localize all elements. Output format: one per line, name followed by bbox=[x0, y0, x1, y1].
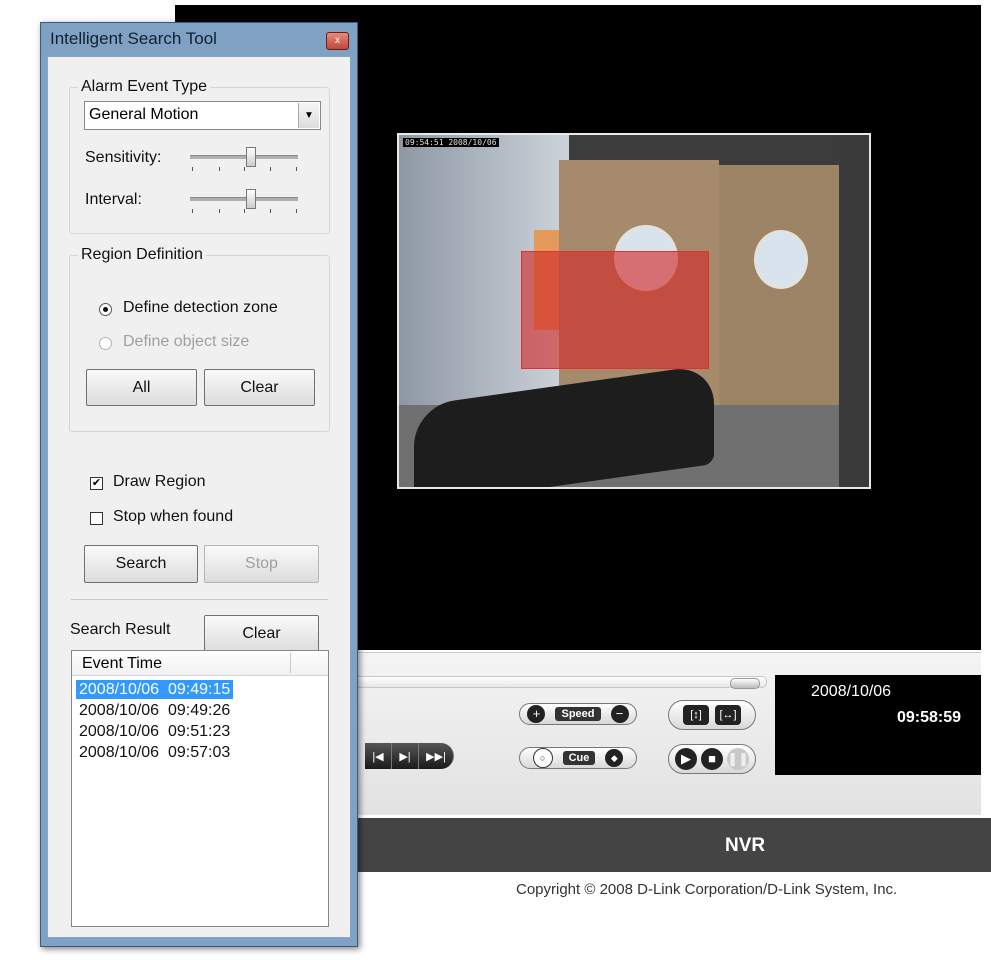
interval-slider[interactable] bbox=[186, 189, 302, 215]
slider-tick bbox=[270, 209, 271, 213]
playback-time: 09:58:59 bbox=[897, 709, 962, 726]
speed-increase-icon[interactable]: + bbox=[527, 705, 546, 723]
camera-scene-door-right bbox=[719, 165, 844, 415]
camera-scene-window-right bbox=[754, 230, 808, 289]
fit-frame-icon[interactable]: [↔] bbox=[715, 705, 741, 725]
define-detection-zone-radio[interactable] bbox=[99, 303, 112, 316]
slider-tick bbox=[270, 167, 271, 171]
sensitivity-slider-track bbox=[190, 155, 298, 159]
alarm-event-type-value: General Motion bbox=[89, 106, 199, 123]
search-result-label: Search Result bbox=[70, 621, 171, 638]
list-item[interactable]: 2008/10/06 09:49:15 bbox=[76, 680, 234, 699]
sensitivity-slider[interactable] bbox=[186, 147, 302, 173]
list-item[interactable]: 2008/10/06 09:51:23 bbox=[76, 722, 233, 741]
single-frame-icon[interactable]: [↕] bbox=[683, 705, 709, 725]
step-back-icon[interactable]: |◀ bbox=[365, 743, 392, 769]
interval-label: Interval: bbox=[85, 191, 142, 208]
define-detection-zone-label[interactable]: Define detection zone bbox=[123, 299, 278, 317]
results-header: Event Time bbox=[72, 651, 328, 676]
search-results-list[interactable]: Event Time 2008/10/06 09:49:15 2008/10/0… bbox=[71, 650, 329, 927]
slider-tick bbox=[296, 167, 297, 171]
slider-tick bbox=[192, 209, 193, 213]
alarm-event-type-select[interactable]: General Motion ▼ bbox=[84, 101, 321, 130]
intelligent-search-dialog: Intelligent Search Tool x Alarm Event Ty… bbox=[40, 22, 358, 947]
draw-region-label[interactable]: Draw Region bbox=[113, 473, 205, 491]
chevron-down-icon[interactable]: ▼ bbox=[298, 103, 319, 128]
pause-icon[interactable]: ❚❚ bbox=[727, 748, 749, 770]
region-clear-button[interactable]: Clear bbox=[204, 369, 315, 406]
stop-button[interactable]: Stop bbox=[204, 545, 319, 583]
cue-out-icon[interactable]: ◆ bbox=[605, 749, 624, 767]
sensitivity-slider-thumb[interactable] bbox=[246, 147, 256, 167]
stop-icon[interactable]: ■ bbox=[701, 748, 723, 770]
slider-tick bbox=[244, 167, 245, 171]
list-item[interactable]: 2008/10/06 09:49:26 bbox=[76, 701, 233, 720]
interval-slider-thumb[interactable] bbox=[246, 189, 256, 209]
playback-control-panel: |◀ ▶| ▶▶| + Speed − ○ Cue ◆ [↕] [↔] ▶ ■ … bbox=[345, 652, 981, 815]
playback-clock: 2008/10/06 09:58:59 bbox=[775, 675, 981, 775]
alarm-event-type-legend: Alarm Event Type bbox=[81, 78, 207, 95]
seek-track[interactable] bbox=[345, 676, 767, 688]
sensitivity-label: Sensitivity: bbox=[85, 149, 162, 166]
define-object-size-label[interactable]: Define object size bbox=[123, 333, 249, 351]
dialog-title: Intelligent Search Tool bbox=[50, 29, 217, 48]
cue-label: Cue bbox=[562, 751, 596, 765]
slider-tick bbox=[219, 167, 220, 171]
detection-zone-region[interactable] bbox=[521, 251, 709, 369]
slider-tick bbox=[192, 167, 193, 171]
camera-scene-dark-edge bbox=[839, 135, 869, 487]
stop-when-found-label[interactable]: Stop when found bbox=[113, 508, 233, 526]
speed-control: + Speed − bbox=[519, 703, 637, 725]
play-controls: ▶ ■ ❚❚ bbox=[668, 744, 756, 774]
seek-thumb[interactable] bbox=[730, 678, 760, 689]
camera-video-frame[interactable]: 09:54:51 2008/10/06 bbox=[397, 133, 871, 489]
region-definition-legend: Region Definition bbox=[81, 246, 203, 263]
result-clear-button[interactable]: Clear bbox=[204, 615, 319, 653]
transport-controls: |◀ ▶| ▶▶| bbox=[365, 743, 454, 769]
frame-view-controls: [↕] [↔] bbox=[668, 700, 756, 730]
playback-date: 2008/10/06 bbox=[811, 683, 892, 700]
list-item[interactable]: 2008/10/06 09:57:03 bbox=[76, 743, 233, 762]
interval-slider-track bbox=[190, 197, 298, 201]
search-button[interactable]: Search bbox=[84, 545, 198, 583]
product-title: NVR bbox=[725, 835, 766, 856]
slider-tick bbox=[219, 209, 220, 213]
divider bbox=[71, 599, 328, 600]
column-header-event-time[interactable]: Event Time bbox=[82, 655, 162, 673]
stop-when-found-checkbox[interactable] bbox=[90, 512, 103, 525]
cue-control: ○ Cue ◆ bbox=[519, 747, 637, 769]
column-divider[interactable] bbox=[290, 653, 291, 673]
slider-tick bbox=[244, 209, 245, 213]
define-object-size-radio[interactable] bbox=[99, 337, 112, 350]
fast-forward-end-icon[interactable]: ▶▶| bbox=[419, 743, 454, 769]
step-forward-icon[interactable]: ▶| bbox=[392, 743, 419, 769]
copyright-text: Copyright © 2008 D-Link Corporation/D-Li… bbox=[516, 881, 898, 898]
speed-label: Speed bbox=[555, 707, 601, 721]
background-margin bbox=[0, 0, 40, 960]
video-timestamp: 09:54:51 2008/10/06 bbox=[403, 138, 499, 147]
close-icon[interactable]: x bbox=[326, 32, 349, 50]
cue-in-icon[interactable]: ○ bbox=[532, 748, 553, 768]
speed-decrease-icon[interactable]: − bbox=[610, 705, 629, 723]
slider-tick bbox=[296, 209, 297, 213]
play-icon[interactable]: ▶ bbox=[675, 748, 697, 770]
draw-region-checkbox[interactable]: ✔ bbox=[90, 477, 103, 490]
region-all-button[interactable]: All bbox=[86, 369, 197, 406]
dialog-body: Alarm Event Type General Motion ▼ Sensit… bbox=[47, 56, 351, 938]
footer-bar: NVR bbox=[345, 818, 991, 872]
